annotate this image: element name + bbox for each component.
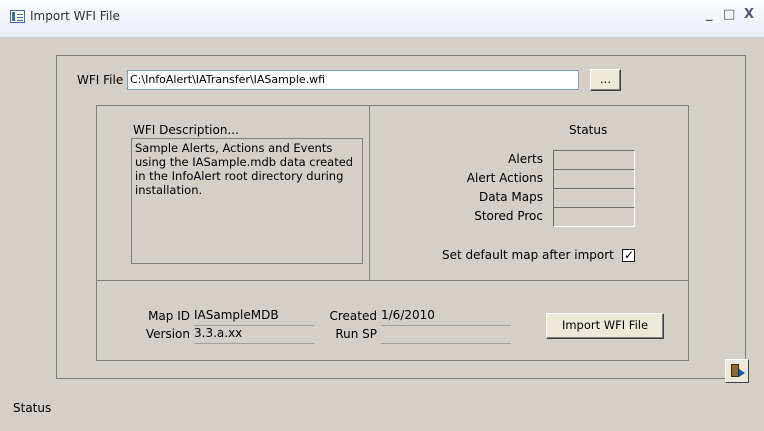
exit-door-icon[interactable] (725, 359, 749, 383)
close-button[interactable]: X (744, 7, 754, 22)
wfi-description-box: Sample Alerts, Actions and Events using … (131, 138, 363, 264)
alerts-label: Alerts (508, 152, 543, 166)
data-maps-label: Data Maps (478, 190, 543, 204)
window-title: Import WFI File (30, 9, 120, 23)
run-sp-value (381, 326, 511, 344)
import-panel: WFI File C:\InfoAlert\IATransfer\IASampl… (56, 55, 746, 379)
minimize-button[interactable]: _ (706, 7, 713, 22)
map-id-label: Map ID (148, 309, 190, 323)
created-label: Created (329, 309, 378, 323)
data-maps-status-field (553, 188, 635, 208)
vertical-divider (369, 106, 370, 280)
stored-proc-status-field (553, 207, 635, 227)
wfi-file-input[interactable]: C:\InfoAlert\IATransfer\IASample.wfi (127, 70, 579, 90)
details-group: WFI Description... Sample Alerts, Action… (96, 105, 689, 361)
wfi-file-label: WFI File (77, 73, 124, 87)
form-body: WFI File C:\InfoAlert\IATransfer\IASampl… (9, 38, 764, 431)
version-value: 3.3.a.xx (194, 326, 314, 344)
run-sp-label: Run SP (335, 327, 377, 341)
form-icon (10, 10, 25, 23)
default-map-label: Set default map after import (442, 248, 614, 262)
import-wfi-window: Import WFI File _ □ X WFI File C:\InfoAl… (0, 0, 764, 431)
title-bar: Import WFI File _ □ X (0, 0, 764, 38)
stored-proc-label: Stored Proc (474, 209, 543, 223)
version-label: Version (145, 327, 190, 341)
horizontal-divider (97, 280, 688, 281)
created-value: 1/6/2010 (381, 308, 511, 326)
default-map-checkbox[interactable]: ✓ (622, 248, 635, 262)
browse-button[interactable]: ... (590, 69, 621, 91)
alerts-status-field (553, 150, 635, 170)
alert-actions-label: Alert Actions (466, 171, 543, 185)
import-wfi-file-button[interactable]: Import WFI File (546, 313, 664, 339)
wfi-description-label: WFI Description... (133, 123, 239, 137)
status-header: Status (569, 123, 608, 137)
footer-status-label: Status (13, 401, 52, 415)
maximize-button[interactable]: □ (723, 7, 735, 22)
checkmark-icon: ✓ (624, 248, 635, 262)
map-id-value: IASampleMDB (194, 308, 314, 326)
alert-actions-status-field (553, 169, 635, 189)
